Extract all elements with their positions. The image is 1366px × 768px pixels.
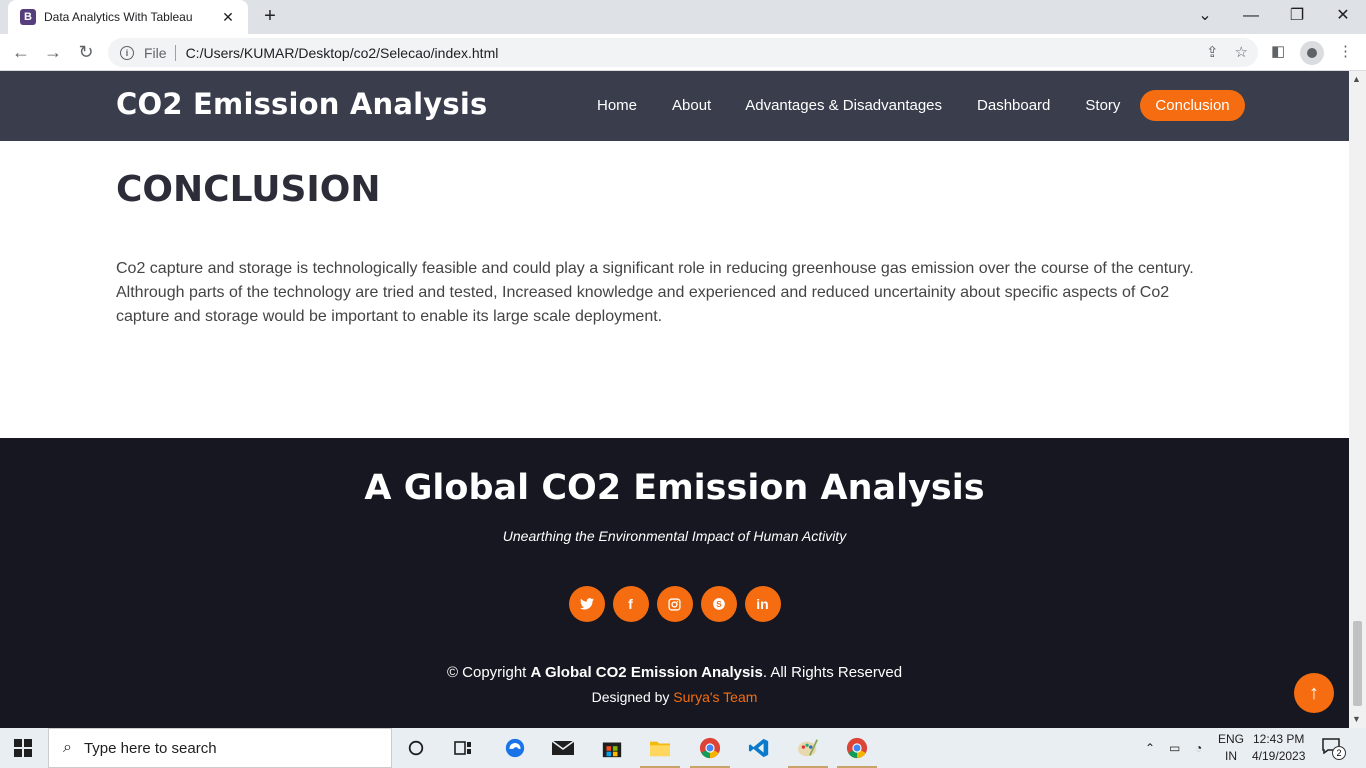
minimize-icon[interactable]: — <box>1236 4 1266 28</box>
nav-about[interactable]: About <box>672 90 711 121</box>
share-icon[interactable]: ⇪ <box>1206 43 1219 61</box>
tab-search-chevron-icon[interactable]: ⌄ <box>1190 4 1220 28</box>
address-bar[interactable]: i File C:/Users/KUMAR/Desktop/co2/Seleca… <box>108 38 1258 67</box>
microsoft-store-icon[interactable] <box>599 736 625 760</box>
page-scrollbar[interactable]: ▲ ▼ <box>1349 71 1366 728</box>
back-to-top-arrow-icon[interactable]: ↑ <box>1294 673 1334 713</box>
show-hidden-icons-chevron-icon[interactable]: ⌃ <box>1145 728 1155 768</box>
url-scheme-label: File <box>144 44 167 61</box>
chrome-icon[interactable] <box>697 736 723 760</box>
clock-time: 12:43 PM <box>1253 732 1305 746</box>
forward-arrow-icon[interactable]: → <box>42 42 64 62</box>
clock-date: 4/19/2023 <box>1252 749 1306 763</box>
copyright-suffix: . All Rights Reserved <box>762 664 903 681</box>
browser-toolbar: ← → ↻ i File C:/Users/KUMAR/Desktop/co2/… <box>0 34 1366 71</box>
designed-prefix: Designed by <box>591 689 670 705</box>
twitter-icon[interactable] <box>568 586 605 622</box>
notification-center-icon[interactable]: 2 <box>1322 738 1346 760</box>
conclusion-text: Co2 capture and storage is technological… <box>116 260 1194 325</box>
site-header: CO2 Emission Analysis Home About Advanta… <box>0 71 1349 141</box>
reload-icon[interactable]: ↻ <box>75 42 97 62</box>
designed-team-link[interactable]: Surya's Team <box>673 689 757 705</box>
scrollbar-thumb[interactable] <box>1353 621 1362 706</box>
skype-icon[interactable]: S <box>700 586 737 622</box>
vscode-icon[interactable] <box>746 736 772 760</box>
mail-icon[interactable] <box>550 736 576 760</box>
browser-tab[interactable]: B Data Analytics With Tableau ✕ <box>8 0 248 34</box>
taskbar-search-placeholder: Type here to search <box>83 739 217 757</box>
file-explorer-icon[interactable] <box>647 736 673 760</box>
task-view-icon[interactable] <box>450 736 476 760</box>
scroll-down-arrow-icon[interactable]: ▼ <box>1352 714 1361 724</box>
side-panel-icon[interactable]: ◧ <box>1271 42 1285 60</box>
battery-icon[interactable]: ▭ <box>1169 728 1180 768</box>
facebook-icon[interactable]: f <box>612 586 649 622</box>
profile-avatar-icon[interactable] <box>1300 41 1324 65</box>
taskbar-clock[interactable]: 12:43 PM 4/19/2023 <box>1252 731 1305 765</box>
network-icon[interactable]: ◔ <box>1195 728 1202 768</box>
social-links: f S in <box>0 586 1349 622</box>
edge-browser-icon[interactable] <box>502 736 528 760</box>
site-footer: A Global CO2 Emission Analysis Unearthin… <box>0 438 1349 728</box>
tab-title: Data Analytics With Tableau <box>44 10 193 24</box>
footer-subtitle: Unearthing the Environmental Impact of H… <box>502 528 847 544</box>
new-tab-icon[interactable]: + <box>260 6 280 26</box>
svg-text:S: S <box>716 600 722 609</box>
taskbar-search-input[interactable]: ⌕ Type here to search <box>48 728 392 768</box>
nav-conclusion[interactable]: Conclusion <box>1140 90 1245 121</box>
scroll-up-arrow-icon[interactable]: ▲ <box>1352 74 1361 84</box>
paint-icon[interactable] <box>795 736 821 760</box>
bookmark-star-icon[interactable]: ☆ <box>1235 43 1248 61</box>
close-tab-icon[interactable]: ✕ <box>220 9 236 26</box>
site-logo[interactable]: CO2 Emission Analysis <box>116 87 487 121</box>
copyright-prefix: © Copyright <box>446 664 527 681</box>
url-text[interactable]: C:/Users/KUMAR/Desktop/co2/Selecao/index… <box>186 45 499 61</box>
copyright-line: © Copyright A Global CO2 Emission Analys… <box>0 664 1349 681</box>
copyright-brand: A Global CO2 Emission Analysis <box>530 664 763 681</box>
language-indicator[interactable]: ENG IN <box>1218 731 1244 765</box>
nav-advantages-disadvantages[interactable]: Advantages & Disadvantages <box>745 90 942 121</box>
page-viewport: CO2 Emission Analysis Home About Advanta… <box>0 71 1349 728</box>
region-code: IN <box>1225 749 1237 763</box>
browser-tab-bar: B Data Analytics With Tableau ✕ + ⌄ — ❐ … <box>0 0 1366 34</box>
windows-start-icon[interactable] <box>14 739 32 757</box>
close-window-icon[interactable]: ✕ <box>1328 4 1358 28</box>
instagram-icon[interactable] <box>656 586 693 622</box>
more-menu-icon[interactable]: ⋮ <box>1338 42 1353 60</box>
nav-story[interactable]: Story <box>1085 90 1120 121</box>
language-code: ENG <box>1218 732 1245 746</box>
nav-dashboard[interactable]: Dashboard <box>977 90 1050 121</box>
search-icon: ⌕ <box>63 739 72 756</box>
designed-by-line: Designed by Surya's Team <box>0 689 1349 705</box>
linkedin-icon[interactable]: in <box>744 586 781 622</box>
cortana-icon[interactable] <box>403 736 429 760</box>
nav-home[interactable]: Home <box>597 90 637 121</box>
conclusion-title: CONCLUSION <box>116 169 381 210</box>
windows-taskbar: ⌕ Type here to search ⌃ ▭ ◔ ENG IN 12:43… <box>0 728 1366 768</box>
main-nav: Home About Advantages & Disadvantages Da… <box>597 90 1245 121</box>
restore-icon[interactable]: ❐ <box>1282 4 1312 28</box>
notification-count-badge: 2 <box>1332 746 1346 760</box>
bootstrap-favicon-icon: B <box>20 9 36 25</box>
url-divider <box>174 44 176 61</box>
site-info-icon[interactable]: i <box>120 45 134 60</box>
back-arrow-icon[interactable]: ← <box>10 42 32 62</box>
footer-title: A Global CO2 Emission Analysis <box>364 468 985 508</box>
chrome-active-icon[interactable] <box>844 736 870 760</box>
